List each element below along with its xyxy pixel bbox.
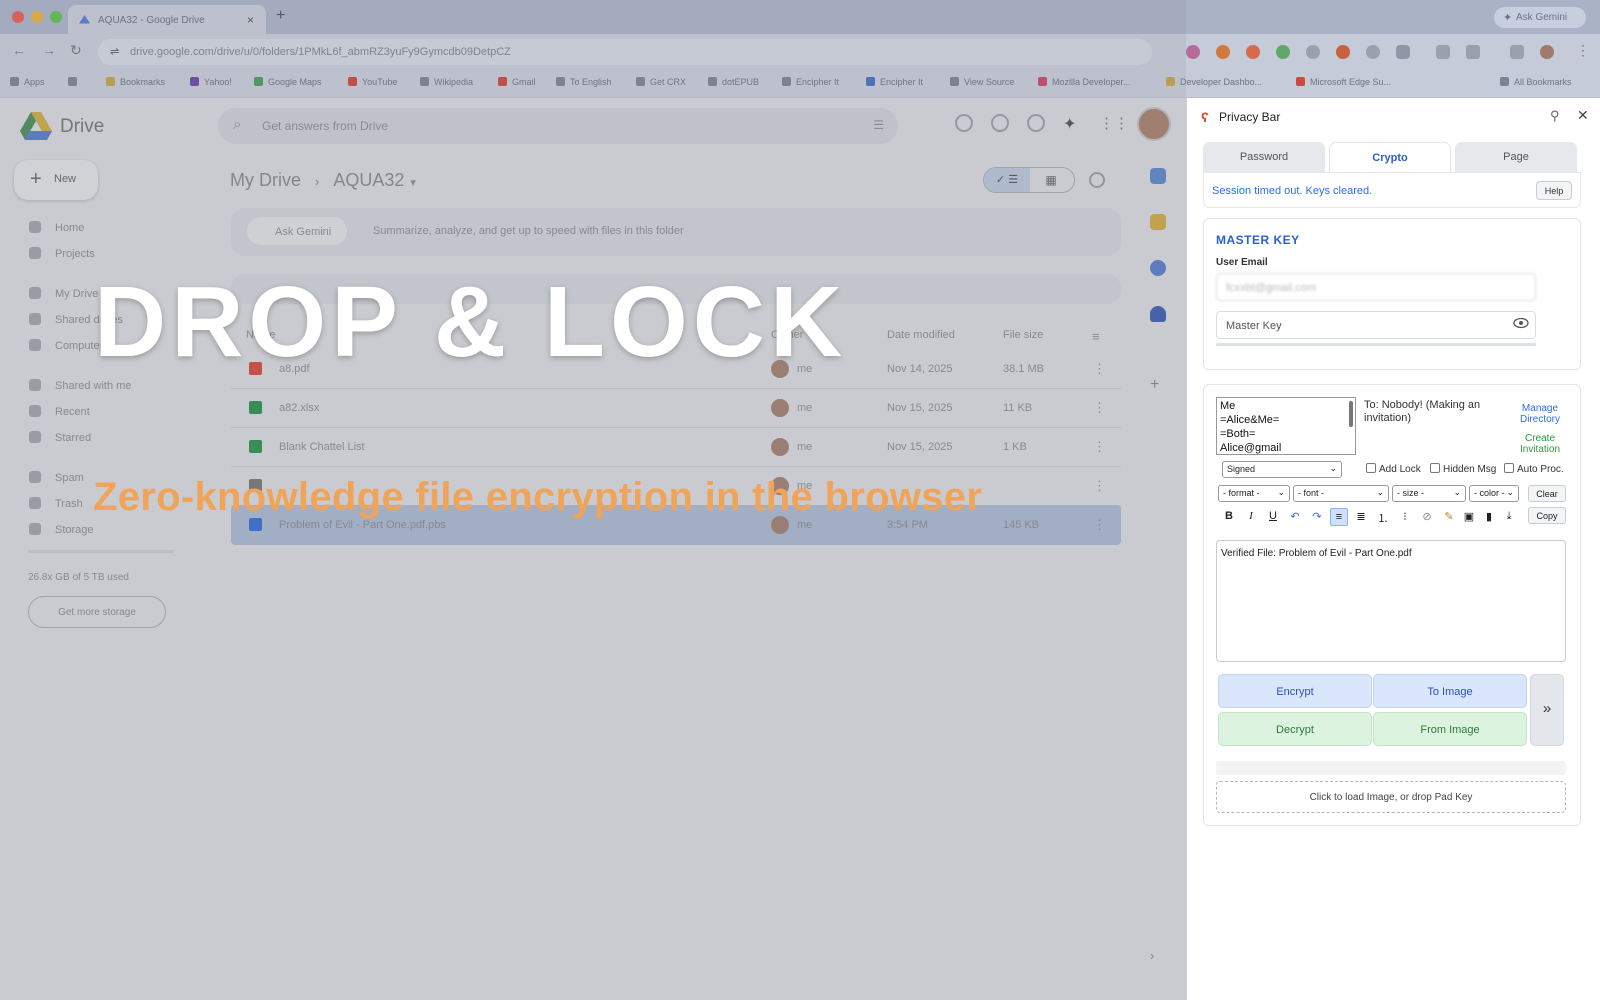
sidepanel-icon[interactable] [1466,45,1480,59]
help-button[interactable]: Help [1536,181,1572,200]
tab-crypto[interactable]: Crypto [1329,142,1451,172]
bold-icon[interactable]: B [1220,508,1238,526]
recipients-summary: To: Nobody! (Making an invitation) [1364,399,1481,424]
panel-header: ʕ Privacy Bar ⚲ ✕ [1187,98,1600,136]
key-strength-bar [1216,343,1536,346]
privacy-bar-logo-icon: ʕ [1201,109,1209,125]
recipient-item[interactable]: Alice@gmail [1220,441,1352,454]
extension-icon[interactable] [1246,45,1260,59]
bookmark-item[interactable]: Microsoft Edge Su... [1296,77,1391,87]
hidden-msg-checkbox[interactable]: Hidden Msg [1430,463,1496,475]
promo-subline: Zero-knowledge file encryption in the br… [93,475,983,519]
to-image-button[interactable]: To Image [1373,674,1527,708]
recipient-item[interactable]: =Both= [1220,427,1352,441]
from-image-button[interactable]: From Image [1373,712,1527,746]
encrypt-button[interactable]: Encrypt [1218,674,1372,708]
align-center-icon[interactable]: ≣ [1352,508,1370,526]
ask-gemini-label: Ask Gemini [1516,12,1568,23]
extensions-puzzle-icon[interactable] [1396,45,1410,59]
color-select[interactable]: - color - ⌄ [1469,485,1519,502]
progress-bar [1216,761,1566,775]
font-select[interactable]: - font - ⌄ [1293,485,1389,502]
close-panel-icon[interactable]: ✕ [1577,107,1589,124]
list-scrollbar[interactable] [1349,401,1353,427]
download-icon[interactable] [1510,45,1524,59]
more-actions-button[interactable]: » [1530,674,1564,746]
status-message: Session timed out. Keys cleared. [1212,185,1373,197]
image-icon[interactable]: ▣ [1460,508,1478,526]
undo-icon[interactable]: ↶ [1286,508,1304,526]
extension-icon[interactable] [1366,45,1380,59]
extension-icon[interactable] [1216,45,1230,59]
compose-card: Me =Alice&Me= =Both= Alice@gmail To: Nob… [1203,384,1581,826]
master-key-card: MASTER KEY User Email fcxxbt@gmail.com M… [1203,218,1581,370]
profile-avatar[interactable] [1540,45,1554,59]
panel-tabs: Password Crypto Page [1203,142,1577,172]
extension-icon[interactable] [1276,45,1290,59]
master-key-field[interactable]: Master Key [1216,311,1536,339]
create-invitation-link[interactable]: Create Invitation [1504,433,1576,455]
size-select[interactable]: - size - ⌄ [1392,485,1466,502]
unpin-icon[interactable]: ⚲ [1550,108,1560,124]
master-key-placeholder: Master Key [1226,320,1282,332]
numbered-list-icon[interactable]: ⒈ [1374,508,1392,526]
underline-icon[interactable]: U [1264,508,1282,526]
auto-proc-checkbox[interactable]: Auto Proc. [1504,463,1564,475]
mode-select[interactable]: Signed ⌄ [1222,461,1342,478]
bookmark-item[interactable]: All Bookmarks [1500,77,1572,87]
promo-headline: DROP & LOCK [94,266,848,378]
tab-page[interactable]: Page [1455,142,1577,172]
chevron-down-icon: ⌄ [1329,463,1337,473]
format-select[interactable]: - format - ⌄ [1218,485,1290,502]
redo-icon[interactable]: ↷ [1308,508,1326,526]
save-download-icon[interactable]: ⤓ [1500,508,1518,526]
align-left-icon[interactable]: ≡ [1330,508,1348,526]
file-icon[interactable]: ▮ [1480,508,1498,526]
italic-icon[interactable]: I [1242,508,1260,526]
user-email-label: User Email [1216,257,1268,268]
recipient-list[interactable]: Me =Alice&Me= =Both= Alice@gmail [1216,397,1356,455]
master-key-title: MASTER KEY [1216,233,1300,247]
cast-icon[interactable] [1436,45,1450,59]
decrypt-button[interactable]: Decrypt [1218,712,1372,746]
clear-button[interactable]: Clear [1528,485,1566,502]
recipient-item[interactable]: =Alice&Me= [1220,413,1352,427]
extension-icon[interactable] [1186,45,1200,59]
link-icon[interactable]: ⊘ [1418,508,1436,526]
panel-title: Privacy Bar [1219,110,1281,124]
menu-dots-icon[interactable]: ⋮ [1576,42,1590,59]
copy-button[interactable]: Copy [1528,507,1566,524]
tab-password[interactable]: Password [1203,142,1325,172]
status-bar: Session timed out. Keys cleared. Help [1203,172,1581,208]
clear-format-brush-icon[interactable]: ✎ [1440,508,1458,526]
ask-gemini-button[interactable]: ✦ Ask Gemini [1494,7,1586,28]
image-drop-zone[interactable]: Click to load Image, or drop Pad Key [1216,781,1566,813]
privacy-bar-panel: ʕ Privacy Bar ⚲ ✕ Password Crypto Page S… [1186,98,1600,1000]
message-editor[interactable]: Verified File: Problem of Evil - Part On… [1216,540,1566,662]
extension-icon[interactable] [1306,45,1320,59]
privacy-bar-extension-icon[interactable] [1336,45,1350,59]
bullet-list-icon[interactable]: ⁝ [1396,508,1414,526]
recipient-item[interactable]: Me [1220,399,1352,413]
add-lock-checkbox[interactable]: Add Lock [1366,463,1421,475]
sparkle-icon: ✦ [1503,12,1513,24]
editor-toolbar: B I U ↶ ↷ ≡ ≣ ⒈ ⁝ ⊘ ✎ ▣ ▮ ⤓ Copy [1218,507,1568,529]
user-email-field[interactable]: fcxxbt@gmail.com [1216,273,1536,301]
show-password-eye-icon[interactable] [1513,317,1529,329]
manage-directory-link[interactable]: Manage Directory [1504,403,1576,425]
